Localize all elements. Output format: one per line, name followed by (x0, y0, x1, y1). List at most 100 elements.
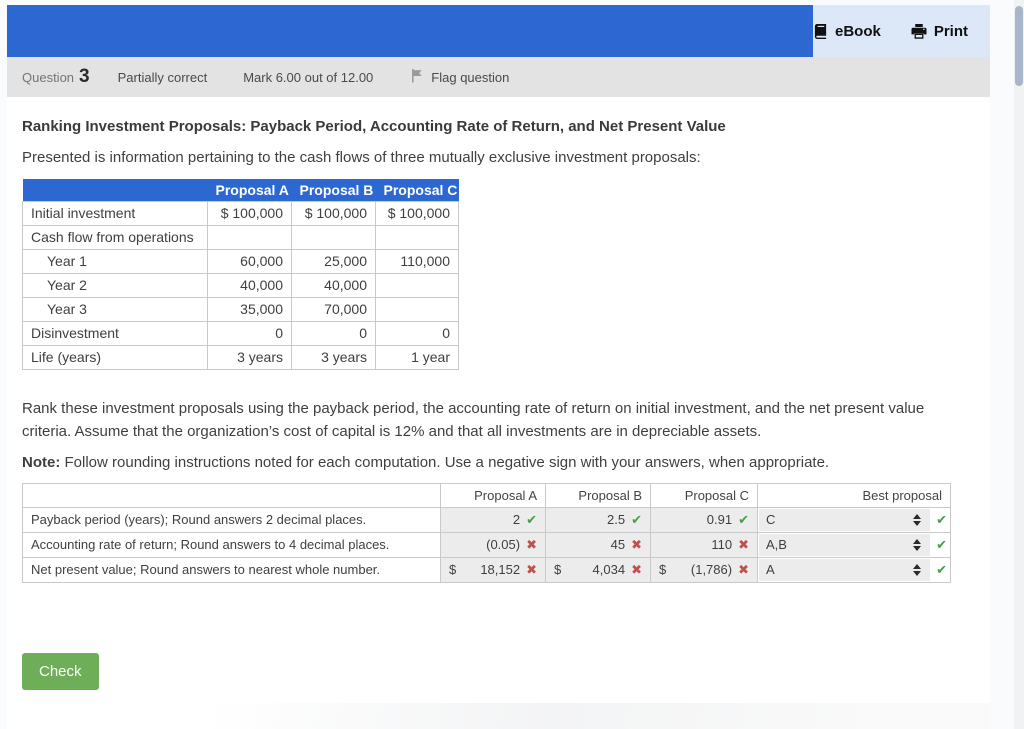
answer-row-npv: Net present value; Round answers to near… (22, 556, 951, 583)
answer-input[interactable]: $ 18,152 ✖ (449, 562, 537, 578)
table-row: Year 2 40,000 40,000 (22, 272, 459, 298)
cell-value: $ 100,000 (375, 200, 459, 226)
cell-value: 40,000 (291, 272, 376, 298)
currency-prefix: $ (659, 562, 667, 577)
column-header-empty (22, 179, 208, 201)
cell-value: 1 year (375, 344, 459, 370)
print-label: Print (933, 22, 968, 40)
answer-input[interactable]: 110 ✖ (659, 537, 749, 553)
cell-value (375, 296, 459, 322)
column-header-proposal-a: Proposal A (440, 482, 546, 508)
column-header-proposal-b: Proposal B (291, 179, 376, 201)
answer-row-payback: Payback period (years); Round answers 2 … (22, 506, 951, 533)
cell-value (375, 224, 459, 250)
answer-input[interactable]: $ 4,034 ✖ (554, 562, 642, 578)
printer-icon (911, 23, 927, 39)
ebook-label: eBook (834, 22, 881, 40)
cell-value (375, 272, 459, 298)
answer-input[interactable]: 2.5 ✔ (554, 512, 642, 528)
answer-input[interactable]: 45 ✖ (554, 537, 642, 553)
row-label: Accounting rate of return; Round answers… (22, 531, 441, 558)
flag-question-button[interactable]: Flag question (411, 68, 509, 86)
cell-value (291, 224, 376, 250)
question-mark: Mark 6.00 out of 12.00 (243, 69, 374, 85)
table-row: Life (years) 3 years 3 years 1 year (22, 344, 459, 370)
column-header-empty (22, 482, 441, 508)
flag-icon (411, 68, 424, 86)
check-button[interactable]: Check (22, 652, 99, 690)
note-label: Note: (22, 453, 61, 471)
row-label: Year 1 (22, 248, 208, 274)
cell-value: 3 years (291, 344, 376, 370)
question-label: Question (22, 69, 75, 85)
answer-value: (0.05) (486, 537, 521, 552)
ebook-button[interactable]: eBook (813, 23, 881, 40)
cell-value: $ 100,000 (291, 200, 376, 226)
column-header-proposal-c: Proposal C (650, 482, 758, 508)
sort-arrows-icon (913, 538, 922, 551)
best-proposal-select[interactable]: A,B (759, 533, 931, 556)
result-mark-icon: ✔ (936, 536, 947, 552)
scrollbar-thumb[interactable] (1015, 6, 1023, 86)
currency-prefix: $ (554, 562, 562, 577)
answer-value: 2.5 (607, 512, 626, 527)
row-label: Life (years) (22, 344, 208, 370)
cell-value: 0 (375, 320, 459, 346)
result-mark-icon: ✖ (738, 561, 749, 577)
intro-text: Presented is information pertaining to t… (22, 149, 701, 166)
answer-input[interactable]: $ (1,786) ✖ (659, 562, 749, 578)
answer-value: 4,034 (592, 562, 626, 577)
result-mark-icon: ✔ (631, 511, 642, 527)
ebook-print-panel: eBook Print (812, 5, 990, 57)
answer-value: 45 (610, 537, 626, 552)
cell-value: 25,000 (291, 248, 376, 274)
row-label: Year 2 (22, 272, 208, 298)
answer-value: 110 (711, 537, 733, 552)
cell-value: 0 (291, 320, 376, 346)
best-proposal-select[interactable]: C (759, 508, 931, 531)
cashflow-header-row: Proposal A Proposal B Proposal C (22, 179, 459, 201)
result-mark-icon: ✔ (936, 511, 947, 527)
answer-input[interactable]: 2 ✔ (449, 512, 537, 528)
question-status: Partially correct (117, 69, 208, 85)
answer-value: (1,786) (690, 562, 733, 577)
print-button[interactable]: Print (911, 23, 968, 40)
result-mark-icon: ✔ (526, 511, 537, 527)
cell-value: $ 100,000 (207, 200, 292, 226)
result-mark-icon: ✖ (526, 536, 537, 552)
cell-value (207, 224, 292, 250)
cell-value: 35,000 (207, 296, 292, 322)
answer-input[interactable]: (0.05) ✖ (449, 537, 537, 553)
scrollbar[interactable] (1014, 0, 1024, 729)
answer-value: 0.91 (706, 512, 733, 527)
table-row: Year 3 35,000 70,000 (22, 296, 459, 322)
selected-option: A,B (766, 537, 787, 552)
row-label: Net present value; Round answers to near… (22, 556, 441, 583)
sort-arrows-icon (913, 563, 922, 576)
answer-header-row: Proposal A Proposal B Proposal C Best pr… (22, 482, 951, 508)
row-label: Payback period (years); Round answers 2 … (22, 506, 441, 533)
page: eBook Print Question 3 Partially correct… (0, 0, 1024, 729)
question-number: 3 (79, 66, 90, 87)
page-title: Ranking Investment Proposals: Payback Pe… (22, 118, 726, 135)
cell-value: 70,000 (291, 296, 376, 322)
result-mark-icon: ✖ (631, 561, 642, 577)
note-text: Note: Follow rounding instructions noted… (22, 453, 830, 471)
flag-label: Flag question (431, 69, 510, 85)
selected-option: C (766, 512, 776, 527)
row-label: Initial investment (22, 200, 208, 226)
table-row: Disinvestment 0 0 0 (22, 320, 459, 346)
column-header-proposal-c: Proposal C (375, 179, 459, 201)
answer-table: Proposal A Proposal B Proposal C Best pr… (22, 482, 951, 583)
answer-value: 18,152 (480, 562, 521, 577)
result-mark-icon: ✔ (738, 511, 749, 527)
cashflow-table: Proposal A Proposal B Proposal C Initial… (22, 179, 459, 370)
answer-row-arr: Accounting rate of return; Round answers… (22, 531, 951, 558)
answer-value: 2 (512, 512, 521, 527)
page-bottom-shade (7, 703, 990, 729)
question-bar: Question 3 Partially correct Mark 6.00 o… (7, 57, 990, 97)
best-proposal-select[interactable]: A (759, 558, 931, 581)
table-row: Cash flow from operations (22, 224, 459, 250)
answer-input[interactable]: 0.91 ✔ (659, 512, 749, 528)
table-row: Year 1 60,000 25,000 110,000 (22, 248, 459, 274)
